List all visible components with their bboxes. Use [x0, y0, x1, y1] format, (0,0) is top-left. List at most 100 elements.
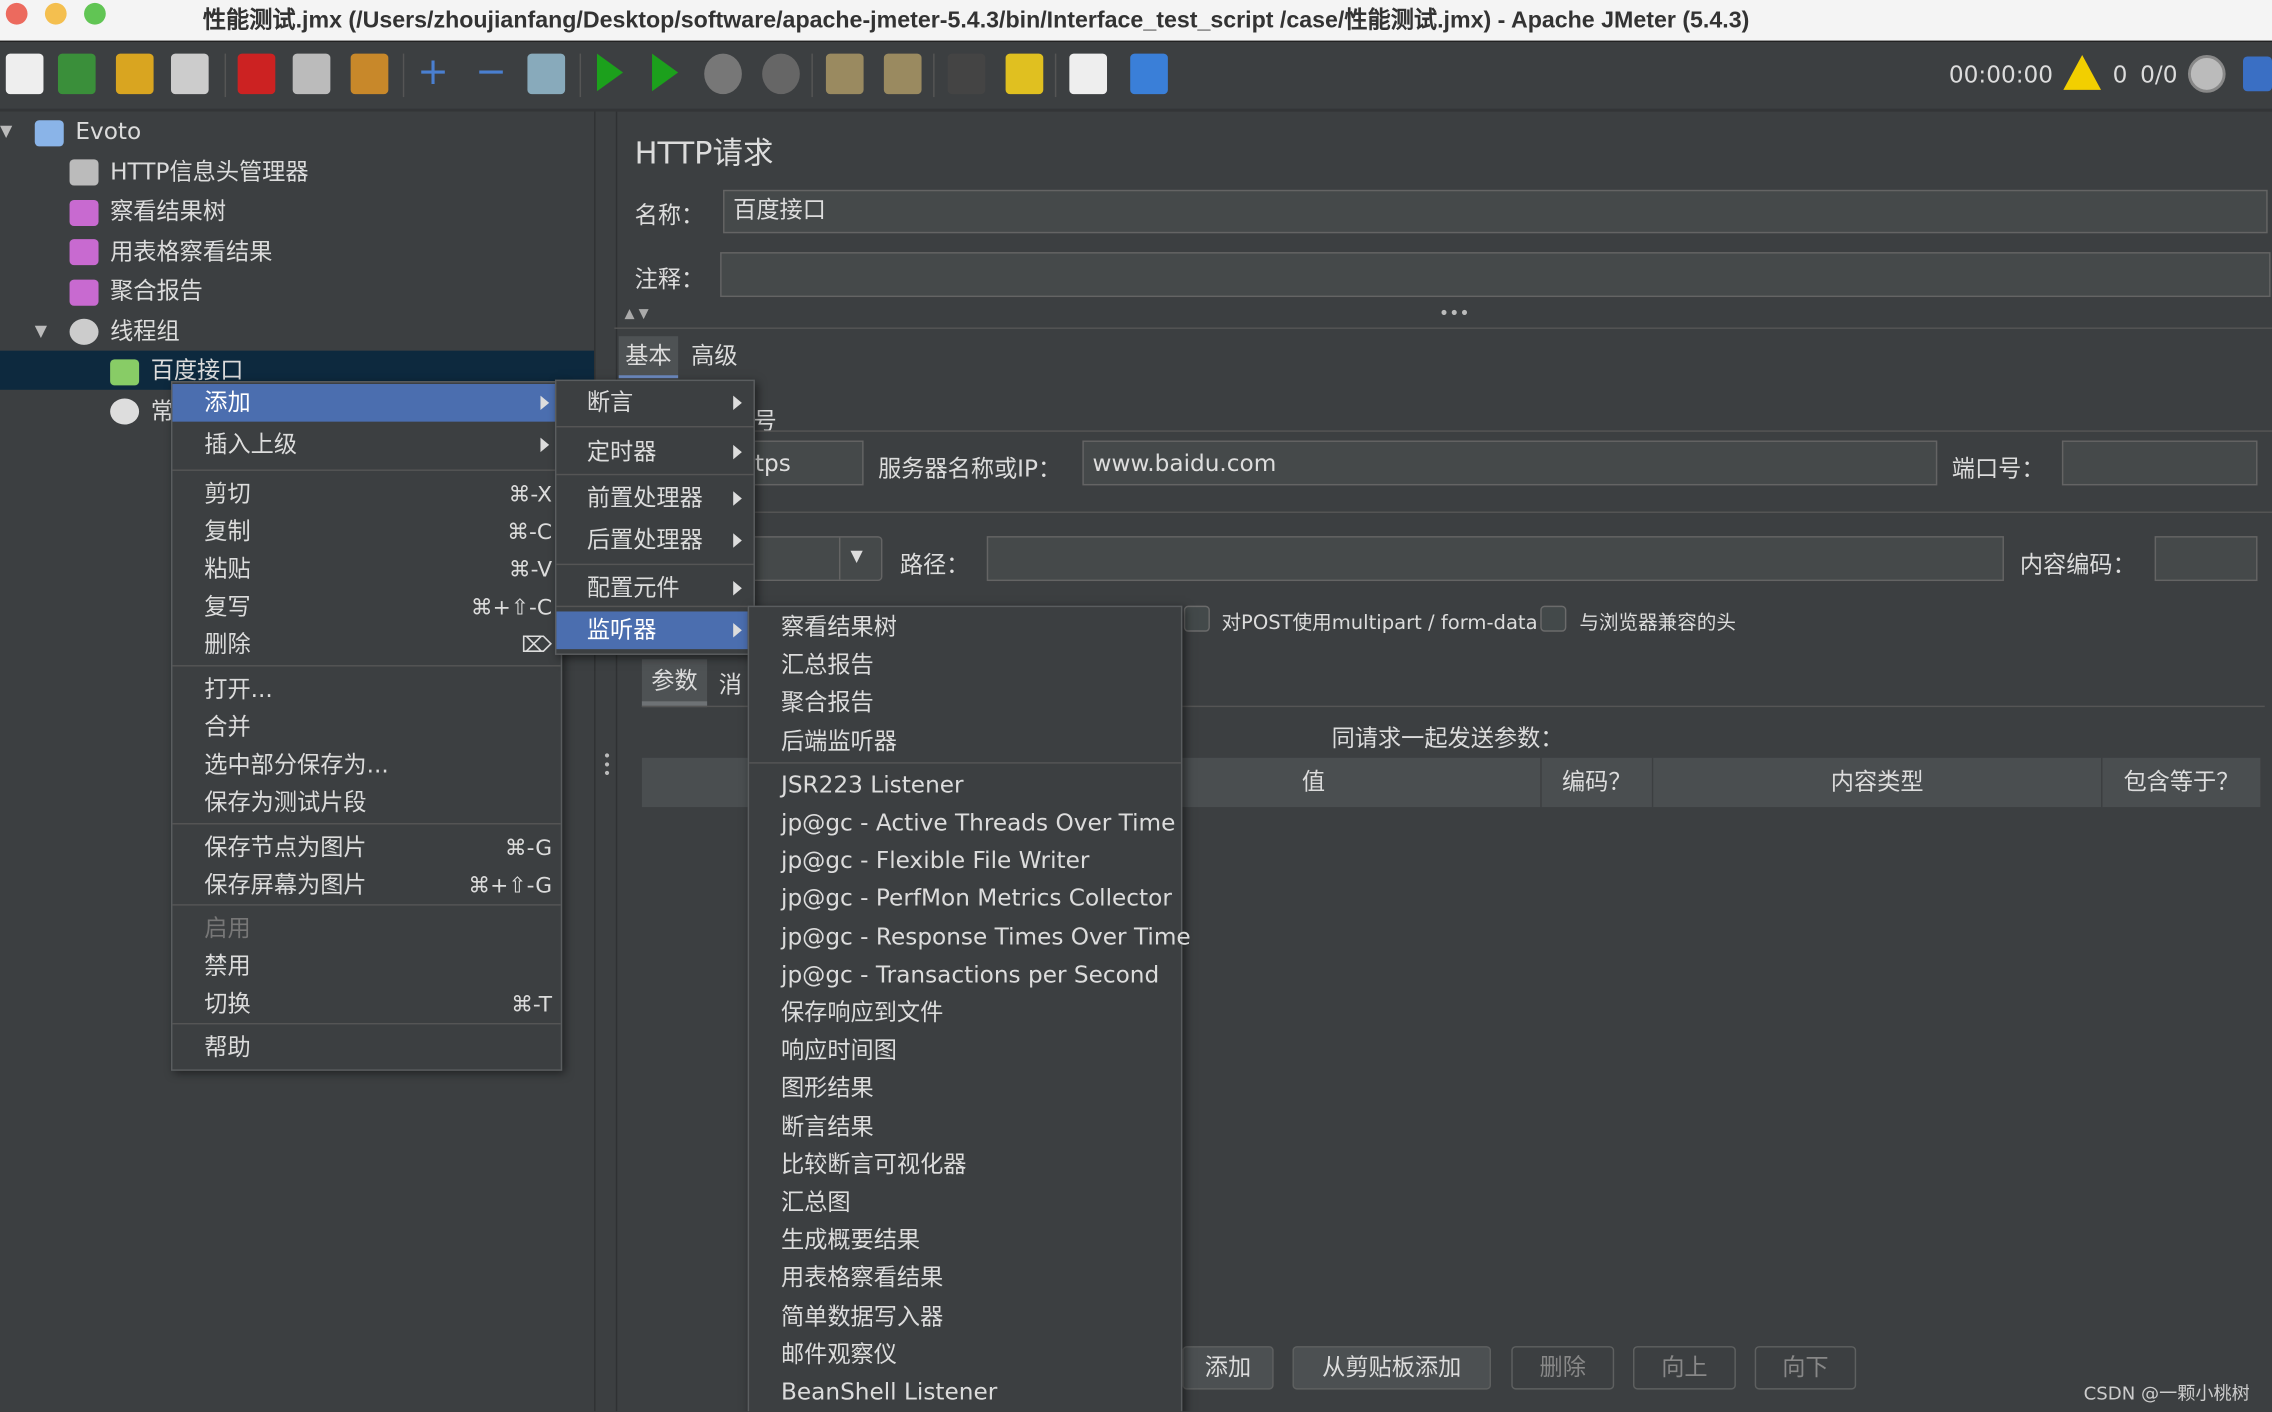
listener-menu-item[interactable]: 简单数据写入器	[749, 1298, 1181, 1336]
listener-menu-item[interactable]: 比较断言可视化器	[749, 1146, 1181, 1184]
context-menu-item[interactable]: 粘贴 ⌘-V	[172, 551, 560, 589]
column-content-type[interactable]: 内容类型	[1653, 757, 2103, 808]
tree-item[interactable]: ▼ 线程组	[0, 311, 594, 350]
listener-menu-item[interactable]: 生成概要结果	[749, 1222, 1181, 1260]
tree-item[interactable]: ▼ Evoto	[0, 112, 594, 151]
encoding-input[interactable]	[2154, 536, 2258, 582]
tab-body-data[interactable]: 消	[719, 665, 742, 700]
stop-icon[interactable]	[704, 53, 742, 95]
collapse-icon[interactable]: −	[475, 54, 513, 95]
start-no-pause-icon[interactable]	[652, 53, 679, 92]
listener-menu-item[interactable]: 聚合报告	[749, 684, 1181, 722]
tree-item[interactable]: HTTP信息头管理器	[0, 151, 594, 190]
listener-menu-item[interactable]: 汇总图	[749, 1184, 1181, 1222]
listener-menu-item[interactable]: jp@gc - Active Threads Over Time	[749, 804, 1181, 842]
context-menu-item[interactable]: 启用	[172, 910, 560, 948]
collapse-arrows-icon[interactable]: ▲ ▼	[625, 307, 649, 321]
listener-menu-item[interactable]: 用表格察看结果	[749, 1260, 1181, 1298]
close-window-button[interactable]	[5, 2, 28, 25]
browser-headers-checkbox[interactable]	[1540, 605, 1567, 632]
add-submenu-item[interactable]: 断言	[556, 384, 753, 422]
context-menu-item[interactable]: 切换 ⌘-T	[172, 985, 560, 1023]
button-delete[interactable]: 删除	[1511, 1346, 1615, 1390]
templates-icon[interactable]	[57, 53, 96, 95]
button-add[interactable]: 添加	[1182, 1346, 1274, 1390]
method-select[interactable]: ▼	[744, 536, 883, 582]
listener-menu-item[interactable]: 断言结果	[749, 1108, 1181, 1146]
add-submenu-item[interactable]: 后置处理器	[556, 522, 753, 560]
context-menu-item[interactable]: 复写 ⌘+⇧-C	[172, 588, 560, 626]
expand-icon[interactable]: +	[417, 54, 455, 95]
toggle-icon[interactable]	[527, 53, 566, 95]
listener-menu-item[interactable]: jp@gc - Response Times Over Time	[749, 918, 1191, 956]
copy-icon[interactable]	[292, 53, 331, 95]
help-icon[interactable]	[1130, 53, 1168, 95]
open-icon[interactable]	[115, 53, 154, 95]
cut-icon[interactable]	[237, 53, 276, 95]
listener-menu-item[interactable]: 响应时间图	[749, 1032, 1181, 1070]
shutdown-icon[interactable]	[762, 53, 800, 95]
listener-menu-item[interactable]: 察看结果树	[749, 609, 1181, 647]
listener-menu-item[interactable]: 后端监听器	[749, 722, 1181, 760]
context-menu-item[interactable]: 添加	[172, 383, 561, 422]
expand-toggle-icon[interactable]: ▼	[0, 112, 12, 151]
warning-icon[interactable]	[2063, 55, 2102, 90]
minimize-window-button[interactable]	[44, 2, 67, 25]
start-icon[interactable]	[596, 53, 624, 92]
search-icon[interactable]	[947, 53, 986, 95]
protocol-input[interactable]: tps	[744, 440, 864, 486]
tree-item[interactable]: 聚合报告	[0, 271, 594, 310]
column-include-equals[interactable]: 包含等于？	[2102, 758, 2260, 807]
tab-basic[interactable]: 基本	[618, 336, 679, 379]
save-icon[interactable]	[170, 53, 209, 95]
context-menu-item[interactable]: 删除 ⌦	[172, 626, 560, 664]
context-menu-item[interactable]: 剪切 ⌘-X	[172, 475, 560, 513]
context-menu-item[interactable]: 帮助	[172, 1029, 560, 1067]
clear-icon[interactable]	[825, 53, 864, 95]
expand-toggle-icon[interactable]: ▼	[35, 311, 47, 350]
paste-icon[interactable]	[350, 53, 389, 95]
listener-menu-item[interactable]: jp@gc - PerfMon Metrics Collector	[749, 880, 1181, 918]
reset-search-icon[interactable]	[1005, 53, 1044, 95]
multipart-checkbox[interactable]	[1183, 605, 1210, 632]
server-input[interactable]: www.baidu.com	[1082, 440, 1938, 486]
context-menu-item[interactable]: 复制 ⌘-C	[172, 513, 560, 551]
tree-item[interactable]: 察看结果树	[0, 191, 594, 230]
listener-menu-item[interactable]: 邮件观察仪	[749, 1336, 1181, 1374]
add-submenu-item[interactable]: 监听器	[556, 611, 754, 650]
zoom-window-button[interactable]	[84, 2, 106, 25]
context-menu-item[interactable]: 保存为测试片段	[172, 784, 560, 822]
context-menu-item[interactable]: 保存节点为图片 ⌘-G	[172, 829, 560, 867]
listener-menu-item[interactable]: 保存响应到文件	[749, 994, 1181, 1032]
clear-all-icon[interactable]	[883, 53, 922, 95]
function-helper-icon[interactable]	[1069, 53, 1108, 95]
add-submenu-item[interactable]: 前置处理器	[556, 480, 753, 518]
new-icon[interactable]	[5, 53, 44, 95]
chevron-down-icon[interactable]: ▼	[851, 538, 863, 576]
tab-parameters[interactable]: 参数	[641, 659, 708, 708]
listener-menu-item[interactable]: JSR223 Listener	[749, 766, 1181, 804]
context-menu-item[interactable]: 保存屏幕为图片 ⌘+⇧-G	[172, 866, 560, 904]
remote-icon[interactable]	[2187, 55, 2226, 93]
button-add-from-clipboard[interactable]: 从剪贴板添加	[1292, 1346, 1492, 1390]
name-input[interactable]: 百度接口	[723, 189, 2268, 234]
path-input[interactable]	[986, 536, 2004, 582]
context-menu-item[interactable]: 选中部分保存为...	[172, 746, 560, 784]
listener-menu-item[interactable]: 图形结果	[749, 1070, 1181, 1108]
button-up[interactable]: 向上	[1633, 1346, 1736, 1390]
context-menu-item[interactable]: 合并	[172, 709, 560, 747]
drag-handle-icon[interactable]: •••	[1439, 303, 1470, 323]
tab-advanced[interactable]: 高级	[691, 336, 737, 375]
button-down[interactable]: 向下	[1754, 1346, 1857, 1390]
column-encode[interactable]: 编码？	[1542, 757, 1654, 808]
splitter-handle-icon[interactable]: • • •	[603, 750, 612, 782]
listener-menu-item[interactable]: 汇总报告	[749, 647, 1181, 685]
splitter[interactable]: • • •	[594, 111, 618, 1412]
listener-menu-item[interactable]: BeanShell Listener	[749, 1374, 1181, 1412]
context-menu-item[interactable]: 禁用	[172, 948, 560, 986]
listener-menu-item[interactable]: jp@gc - Transactions per Second	[749, 956, 1181, 994]
port-input[interactable]	[2061, 440, 2258, 486]
comment-input[interactable]	[720, 252, 2271, 298]
add-submenu-item[interactable]: 定时器	[556, 433, 753, 471]
context-menu-item[interactable]: 插入上级	[172, 426, 560, 464]
